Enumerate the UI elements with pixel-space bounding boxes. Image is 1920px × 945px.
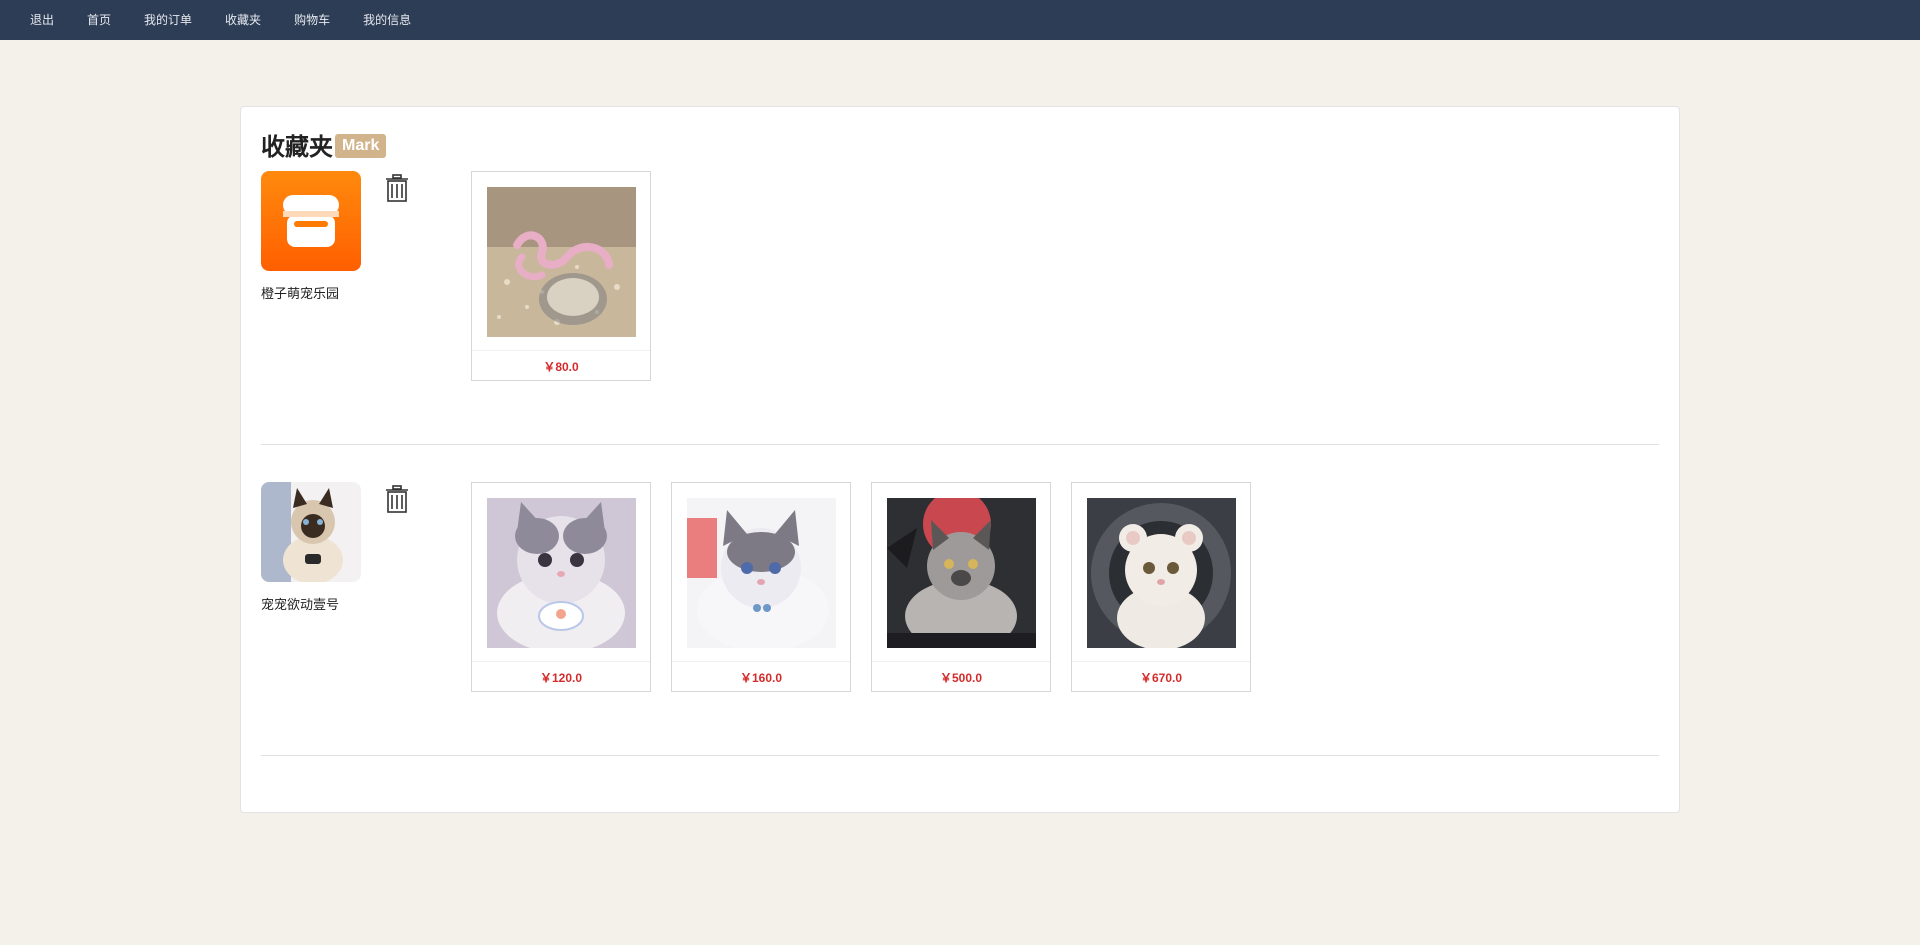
product-price: ￥120.0 bbox=[539, 671, 583, 685]
product-card[interactable]: ￥160.0 bbox=[671, 482, 851, 692]
product-image-cat[interactable] bbox=[887, 498, 1036, 648]
trash-icon bbox=[386, 485, 408, 513]
store-row: 宠宠欲动壹号 ￥120.0 ￥160.0 ￥500.0 ￥670.0 bbox=[261, 482, 1659, 772]
nav-cart[interactable]: 购物车 bbox=[282, 0, 342, 40]
delete-store-button[interactable] bbox=[383, 484, 411, 514]
store-name[interactable]: 宠宠欲动壹号 bbox=[261, 594, 339, 613]
product-card[interactable]: ￥120.0 bbox=[471, 482, 651, 692]
product-price: ￥80.0 bbox=[543, 360, 579, 374]
cat-avatar-image bbox=[261, 482, 361, 582]
product-price: ￥670.0 bbox=[1139, 671, 1183, 685]
nav-my-orders[interactable]: 我的订单 bbox=[132, 0, 204, 40]
page-title-text: 收藏夹 bbox=[261, 134, 333, 161]
store-avatar[interactable] bbox=[261, 482, 361, 582]
product-image-cat[interactable] bbox=[487, 498, 636, 648]
divider bbox=[261, 444, 1659, 445]
top-nav: 退出 首页 我的订单 收藏夹 购物车 我的信息 bbox=[0, 0, 1920, 40]
product-card[interactable]: ￥500.0 bbox=[871, 482, 1051, 692]
nav-favorites[interactable]: 收藏夹 bbox=[213, 0, 273, 40]
product-image-cat[interactable] bbox=[1087, 498, 1236, 648]
product-card[interactable]: ￥670.0 bbox=[1071, 482, 1251, 692]
product-image-cat[interactable] bbox=[687, 498, 836, 648]
divider bbox=[261, 755, 1659, 756]
nav-my-info[interactable]: 我的信息 bbox=[351, 0, 423, 40]
product-image-snake[interactable] bbox=[487, 187, 636, 337]
product-card[interactable]: ￥80.0 bbox=[471, 171, 651, 381]
store-name[interactable]: 橙子萌宠乐园 bbox=[261, 283, 339, 302]
nav-home[interactable]: 首页 bbox=[75, 0, 123, 40]
shop-icon bbox=[261, 171, 361, 271]
trash-icon bbox=[386, 174, 408, 202]
delete-store-button[interactable] bbox=[383, 173, 411, 203]
product-price: ￥160.0 bbox=[739, 671, 783, 685]
nav-logout[interactable]: 退出 bbox=[18, 0, 66, 40]
product-list: ￥80.0 bbox=[471, 171, 671, 381]
store-row: 橙子萌宠乐园 ￥80.0 bbox=[261, 171, 1659, 461]
favorites-card: 收藏夹 Mark 橙子萌宠乐园 ￥80.0 宠宠欲动壹号 ￥120.0 ￥160… bbox=[240, 106, 1680, 813]
mark-badge: Mark bbox=[335, 133, 387, 158]
page-title: 收藏夹 Mark bbox=[261, 127, 387, 162]
product-price: ￥500.0 bbox=[939, 671, 983, 685]
store-avatar[interactable] bbox=[261, 171, 361, 271]
product-list: ￥120.0 ￥160.0 ￥500.0 ￥670.0 bbox=[471, 482, 1271, 692]
